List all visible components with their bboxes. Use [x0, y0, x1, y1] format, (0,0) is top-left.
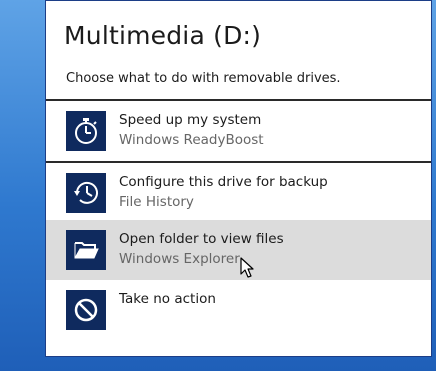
option-configure-backup[interactable]: Configure this drive for backup File His…	[46, 163, 431, 223]
mouse-pointer-icon	[240, 257, 254, 278]
history-clock-icon	[66, 173, 106, 213]
dialog-title: Multimedia (D:)	[64, 21, 262, 50]
stopwatch-icon	[66, 111, 106, 151]
autoplay-dialog: Multimedia (D:) Choose what to do with r…	[45, 0, 432, 357]
desktop-background: Multimedia (D:) Choose what to do with r…	[0, 0, 436, 371]
open-folder-icon	[66, 230, 106, 270]
option-title: Speed up my system	[119, 112, 262, 128]
option-title: Configure this drive for backup	[119, 174, 328, 190]
option-subtitle: File History	[119, 194, 194, 210]
no-action-icon	[66, 290, 106, 330]
option-title: Take no action	[119, 291, 216, 307]
dialog-prompt: Choose what to do with removable drives.	[66, 71, 341, 86]
option-take-no-action[interactable]: Take no action	[46, 280, 431, 340]
option-subtitle: Windows Explorer	[119, 251, 240, 267]
option-subtitle: Windows ReadyBoost	[119, 132, 264, 148]
option-title: Open folder to view files	[119, 231, 284, 247]
option-speed-up-system[interactable]: Speed up my system Windows ReadyBoost	[46, 101, 431, 161]
option-open-folder[interactable]: Open folder to view files Windows Explor…	[46, 220, 431, 280]
